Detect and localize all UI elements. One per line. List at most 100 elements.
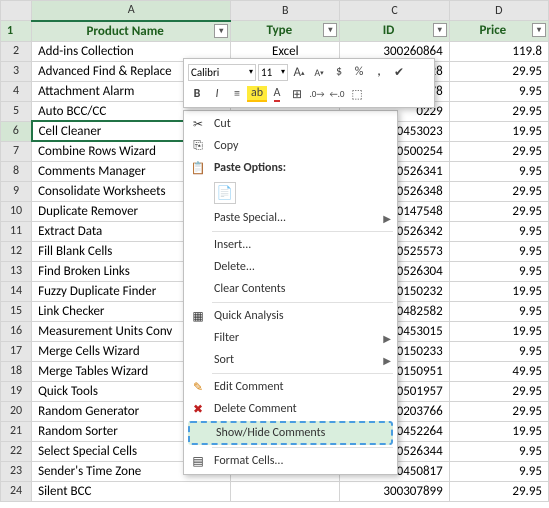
menu-paste-special[interactable]: Paste Special...▶ [184, 207, 397, 229]
menu-sort[interactable]: Sort▶ [184, 349, 397, 371]
row-number[interactable]: 19 [1, 381, 32, 401]
table-row: 24Silent BCC 30030789929.95 [1, 481, 549, 501]
format-cells-icon: ▤ [190, 453, 206, 469]
cell[interactable]: 9.95 [449, 341, 548, 361]
row-number[interactable]: 9 [1, 181, 32, 201]
align-icon[interactable]: ≡ [228, 85, 246, 103]
header-product-name[interactable]: Product Name▾ [32, 21, 231, 42]
menu-format-cells[interactable]: ▤Format Cells... [184, 450, 397, 472]
col-header-a[interactable]: A [32, 1, 231, 21]
cell[interactable]: 9.95 [449, 441, 548, 461]
cell[interactable]: 19.95 [449, 321, 548, 341]
cell[interactable]: 9.95 [449, 81, 548, 101]
filter-button[interactable]: ▾ [532, 23, 546, 37]
font-family-select[interactable]: Calibri ▾ [188, 64, 256, 81]
header-price[interactable]: Price▾ [449, 21, 548, 42]
menu-clear-contents[interactable]: Clear Contents [184, 278, 397, 300]
currency-icon[interactable]: $ [330, 63, 348, 81]
menu-delete-comment[interactable]: ✖Delete Comment [184, 398, 397, 420]
row-number[interactable]: 18 [1, 361, 32, 381]
menu-show-hide-comments[interactable]: Show/Hide Comments [188, 421, 393, 445]
cell[interactable]: 119.8 [449, 41, 548, 61]
row-number[interactable]: 7 [1, 141, 32, 161]
row-number[interactable]: 6 [1, 121, 32, 141]
cell[interactable] [231, 481, 340, 501]
row-number[interactable]: 1 [1, 21, 32, 42]
cell[interactable]: 300307899 [340, 481, 449, 501]
col-header-b[interactable]: B [231, 1, 340, 21]
row-number[interactable]: 22 [1, 441, 32, 461]
borders-icon[interactable]: ⊞ [288, 85, 306, 103]
cell[interactable]: 9.95 [449, 241, 548, 261]
cell[interactable]: 9.95 [449, 221, 548, 241]
filter-button[interactable]: ▾ [433, 23, 447, 37]
header-id[interactable]: ID▾ [340, 21, 449, 42]
cell[interactable]: 9.95 [449, 461, 548, 481]
format-painter-icon[interactable]: ✔ [390, 63, 408, 81]
row-number[interactable]: 3 [1, 61, 32, 81]
menu-quick-analysis[interactable]: ▦Quick Analysis [184, 305, 397, 327]
filter-button[interactable]: ▾ [323, 23, 337, 37]
cell[interactable]: 19.95 [449, 281, 548, 301]
row-number[interactable]: 14 [1, 281, 32, 301]
separator [212, 447, 393, 448]
merge-icon[interactable]: ⬚ [348, 85, 366, 103]
row-number[interactable]: 23 [1, 461, 32, 481]
font-size-select[interactable]: 11 ▾ [258, 64, 288, 81]
col-header-d[interactable]: D [449, 1, 548, 21]
cell[interactable]: 29.95 [449, 381, 548, 401]
select-all-corner[interactable] [1, 1, 32, 21]
row-number[interactable]: 24 [1, 481, 32, 501]
comma-icon[interactable]: , [370, 63, 388, 81]
row-number[interactable]: 8 [1, 161, 32, 181]
cell[interactable]: 19.95 [449, 421, 548, 441]
cell[interactable]: 49.95 [449, 361, 548, 381]
italic-icon[interactable]: I [208, 85, 226, 103]
row-number[interactable]: 11 [1, 221, 32, 241]
row-number[interactable]: 17 [1, 341, 32, 361]
fill-color-icon[interactable]: ab [248, 85, 266, 103]
bold-icon[interactable]: B [188, 85, 206, 103]
percent-icon[interactable]: % [350, 63, 368, 81]
mini-toolbar: Calibri ▾ 11 ▾ A▴ A▾ $ % , ✔ B I ≡ ab A … [183, 58, 435, 108]
row-number[interactable]: 21 [1, 421, 32, 441]
row-number[interactable]: 2 [1, 41, 32, 61]
menu-filter[interactable]: Filter▶ [184, 327, 397, 349]
decrease-decimal-icon[interactable]: ←.0 [328, 85, 346, 103]
paste-button[interactable]: 📄 [214, 182, 236, 204]
header-type[interactable]: Type▾ [231, 21, 340, 42]
row-number[interactable]: 10 [1, 201, 32, 221]
table-header-row: 1 Product Name▾ Type▾ ID▾ Price▾ [1, 21, 549, 42]
row-number[interactable]: 15 [1, 301, 32, 321]
decrease-font-icon[interactable]: A▾ [310, 63, 328, 81]
cell[interactable]: 29.95 [449, 481, 548, 501]
cell[interactable]: 19.95 [449, 121, 548, 141]
row-number[interactable]: 16 [1, 321, 32, 341]
cell[interactable]: 29.95 [449, 101, 548, 121]
col-header-c[interactable]: C [340, 1, 449, 21]
cell[interactable]: 29.95 [449, 61, 548, 81]
increase-decimal-icon[interactable]: .0→ [308, 85, 326, 103]
increase-font-icon[interactable]: A▴ [290, 63, 308, 81]
filter-button[interactable]: ▾ [214, 24, 228, 38]
clipboard-icon: 📋 [190, 160, 206, 176]
cell[interactable]: Silent BCC [32, 481, 231, 501]
menu-edit-comment[interactable]: ✎Edit Comment [184, 376, 397, 398]
cell[interactable]: 29.95 [449, 401, 548, 421]
menu-insert[interactable]: Insert... [184, 234, 397, 256]
cell[interactable]: 9.95 [449, 301, 548, 321]
cell[interactable]: 29.95 [449, 141, 548, 161]
menu-copy[interactable]: ⎘Copy [184, 135, 397, 157]
menu-delete[interactable]: Delete... [184, 256, 397, 278]
menu-cut[interactable]: ✂Cut [184, 113, 397, 135]
cell[interactable]: 9.95 [449, 161, 548, 181]
font-color-icon[interactable]: A [268, 85, 286, 103]
cell[interactable]: 9.95 [449, 261, 548, 281]
row-number[interactable]: 12 [1, 241, 32, 261]
row-number[interactable]: 13 [1, 261, 32, 281]
row-number[interactable]: 4 [1, 81, 32, 101]
row-number[interactable]: 20 [1, 401, 32, 421]
cell[interactable]: 29.95 [449, 181, 548, 201]
cell[interactable]: 29.95 [449, 201, 548, 221]
row-number[interactable]: 5 [1, 101, 32, 121]
